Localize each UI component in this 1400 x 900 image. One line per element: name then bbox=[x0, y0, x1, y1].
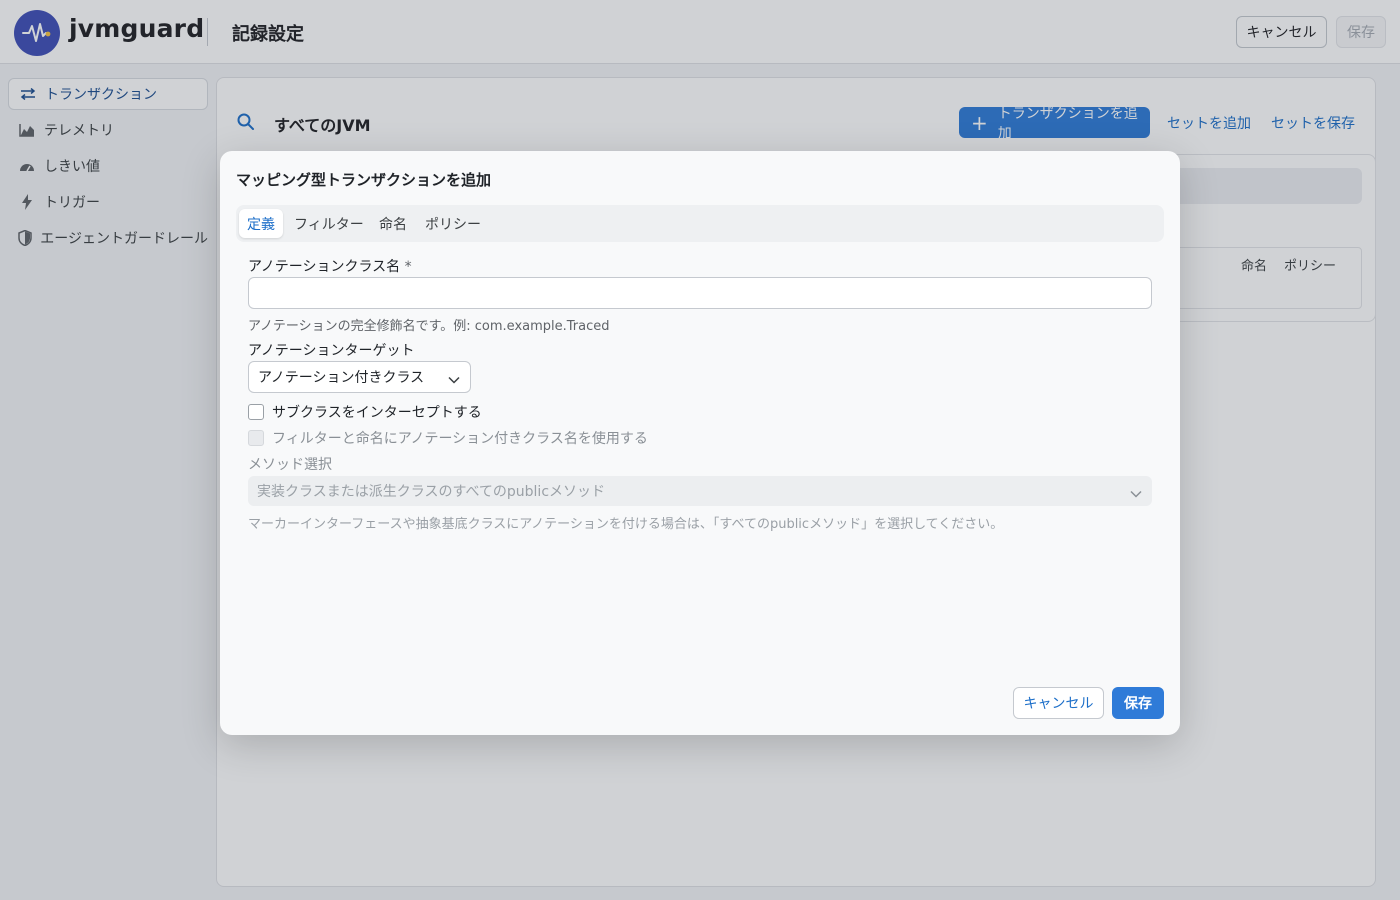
tab-policy[interactable]: ポリシー bbox=[417, 209, 489, 238]
intercept-subclasses-option[interactable]: サブクラスをインターセプトする bbox=[248, 402, 482, 422]
tab-filter[interactable]: フィルター bbox=[286, 209, 372, 238]
use-class-name-checkbox bbox=[248, 430, 264, 446]
method-selection-value: 実装クラスまたは派生クラスのすべてのpublicメソッド bbox=[257, 484, 606, 500]
method-selection-select: 実装クラスまたは派生クラスのすべてのpublicメソッド bbox=[248, 476, 1152, 506]
required-mark: * bbox=[404, 259, 412, 275]
chevron-down-icon bbox=[1130, 486, 1142, 502]
annotation-class-input[interactable] bbox=[248, 277, 1152, 309]
method-selection-help: マーカーインターフェースや抽象基底クラスにアノテーションを付ける場合は、「すべて… bbox=[248, 517, 1004, 532]
tab-naming[interactable]: 命名 bbox=[371, 209, 415, 238]
annotation-target-label: アノテーションターゲット bbox=[248, 343, 415, 359]
dialog-title: マッピング型トランザクションを追加 bbox=[236, 171, 492, 189]
dialog-cancel-button[interactable]: キャンセル bbox=[1013, 687, 1104, 719]
method-selection-label: メソッド選択 bbox=[248, 457, 332, 473]
use-class-name-option: フィルターと命名にアノテーション付きクラス名を使用する bbox=[248, 428, 648, 448]
dialog-save-button[interactable]: 保存 bbox=[1112, 687, 1164, 719]
annotation-target-value: アノテーション付きクラス bbox=[258, 370, 425, 386]
dialog-tabs: 定義 フィルター 命名 ポリシー bbox=[236, 205, 1164, 242]
annotation-target-select[interactable]: アノテーション付きクラス bbox=[248, 361, 471, 393]
use-class-name-label: フィルターと命名にアノテーション付きクラス名を使用する bbox=[272, 431, 648, 447]
tab-definition[interactable]: 定義 bbox=[239, 209, 283, 238]
chevron-down-icon bbox=[448, 372, 460, 388]
add-mapped-transaction-dialog: マッピング型トランザクションを追加 定義 フィルター 命名 ポリシー アノテーシ… bbox=[220, 151, 1180, 735]
intercept-subclasses-checkbox[interactable] bbox=[248, 404, 264, 420]
annotation-class-label: アノテーションクラス名 * bbox=[248, 256, 412, 276]
intercept-subclasses-label: サブクラスをインターセプトする bbox=[272, 405, 482, 421]
annotation-class-help: アノテーションの完全修飾名です。例: com.example.Traced bbox=[248, 319, 610, 334]
annotation-class-label-text: アノテーションクラス名 bbox=[248, 259, 401, 275]
